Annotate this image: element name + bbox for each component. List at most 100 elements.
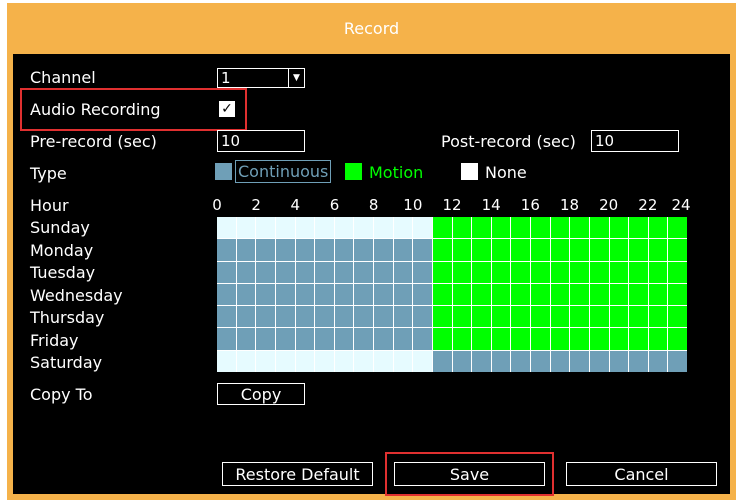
schedule-cell[interactable] <box>413 239 432 261</box>
schedule-cell[interactable] <box>609 283 629 306</box>
schedule-cell[interactable] <box>413 350 432 372</box>
schedule-cell[interactable] <box>511 306 530 328</box>
schedule-cell[interactable] <box>668 350 687 372</box>
schedule-cell[interactable] <box>472 261 491 283</box>
schedule-cell[interactable] <box>354 217 373 239</box>
schedule-cell[interactable] <box>413 261 432 283</box>
schedule-cell[interactable] <box>334 217 354 239</box>
schedule-cell[interactable] <box>354 328 373 350</box>
schedule-cell[interactable] <box>432 239 452 261</box>
schedule-cell[interactable] <box>315 239 334 261</box>
continuous-swatch[interactable] <box>215 163 232 180</box>
schedule-cell[interactable] <box>236 306 256 328</box>
motion-legend-label[interactable]: Motion <box>369 163 423 182</box>
schedule-cell[interactable] <box>609 306 629 328</box>
schedule-cell[interactable] <box>472 350 491 372</box>
schedule-cell[interactable] <box>334 283 354 306</box>
schedule-cell[interactable] <box>236 283 256 306</box>
schedule-cell[interactable] <box>354 239 373 261</box>
schedule-cell[interactable] <box>648 217 668 239</box>
schedule-cell[interactable] <box>256 217 275 239</box>
schedule-cell[interactable] <box>374 239 393 261</box>
schedule-cell[interactable] <box>629 283 648 306</box>
restore-default-button[interactable]: Restore Default <box>222 462 373 486</box>
schedule-cell[interactable] <box>531 239 550 261</box>
schedule-cell[interactable] <box>393 239 413 261</box>
schedule-cell[interactable] <box>511 239 530 261</box>
schedule-cell[interactable] <box>217 328 236 350</box>
schedule-cell[interactable] <box>217 350 236 372</box>
schedule-cell[interactable] <box>432 306 452 328</box>
schedule-cell[interactable] <box>609 239 629 261</box>
schedule-cell[interactable] <box>452 306 472 328</box>
schedule-cell[interactable] <box>413 328 432 350</box>
schedule-cell[interactable] <box>531 306 550 328</box>
schedule-cell[interactable] <box>393 217 413 239</box>
schedule-grid[interactable] <box>217 217 687 372</box>
schedule-cell[interactable] <box>217 261 236 283</box>
schedule-cell[interactable] <box>236 350 256 372</box>
postrecord-input[interactable]: 10 <box>591 130 679 152</box>
schedule-cell[interactable] <box>334 261 354 283</box>
schedule-cell[interactable] <box>452 261 472 283</box>
schedule-cell[interactable] <box>491 239 511 261</box>
schedule-cell[interactable] <box>354 261 373 283</box>
schedule-cell[interactable] <box>609 217 629 239</box>
schedule-cell[interactable] <box>236 239 256 261</box>
schedule-cell[interactable] <box>629 239 648 261</box>
schedule-cell[interactable] <box>570 261 589 283</box>
schedule-cell[interactable] <box>531 261 550 283</box>
schedule-cell[interactable] <box>315 261 334 283</box>
schedule-cell[interactable] <box>393 306 413 328</box>
schedule-cell[interactable] <box>668 306 687 328</box>
schedule-cell[interactable] <box>589 217 609 239</box>
schedule-cell[interactable] <box>295 283 315 306</box>
schedule-cell[interactable] <box>668 217 687 239</box>
schedule-cell[interactable] <box>295 239 315 261</box>
schedule-cell[interactable] <box>295 261 315 283</box>
schedule-cell[interactable] <box>393 328 413 350</box>
schedule-cell[interactable] <box>295 328 315 350</box>
schedule-cell[interactable] <box>629 306 648 328</box>
schedule-cell[interactable] <box>511 261 530 283</box>
schedule-cell[interactable] <box>256 239 275 261</box>
schedule-cell[interactable] <box>217 217 236 239</box>
schedule-cell[interactable] <box>374 261 393 283</box>
schedule-cell[interactable] <box>648 350 668 372</box>
schedule-cell[interactable] <box>589 350 609 372</box>
schedule-cell[interactable] <box>570 217 589 239</box>
schedule-cell[interactable] <box>275 239 295 261</box>
schedule-cell[interactable] <box>629 350 648 372</box>
schedule-cell[interactable] <box>550 261 570 283</box>
schedule-cell[interactable] <box>609 328 629 350</box>
schedule-cell[interactable] <box>217 239 236 261</box>
schedule-cell[interactable] <box>334 350 354 372</box>
schedule-cell[interactable] <box>452 328 472 350</box>
schedule-cell[interactable] <box>609 350 629 372</box>
schedule-cell[interactable] <box>275 261 295 283</box>
schedule-cell[interactable] <box>589 283 609 306</box>
schedule-cell[interactable] <box>315 306 334 328</box>
continuous-legend-label[interactable]: Continuous <box>235 160 332 183</box>
schedule-cell[interactable] <box>570 350 589 372</box>
schedule-cell[interactable] <box>413 283 432 306</box>
prerecord-input[interactable]: 10 <box>217 130 305 152</box>
schedule-cell[interactable] <box>452 217 472 239</box>
schedule-cell[interactable] <box>374 306 393 328</box>
schedule-cell[interactable] <box>432 350 452 372</box>
schedule-cell[interactable] <box>256 350 275 372</box>
schedule-cell[interactable] <box>217 306 236 328</box>
schedule-cell[interactable] <box>295 306 315 328</box>
schedule-cell[interactable] <box>491 306 511 328</box>
schedule-cell[interactable] <box>648 306 668 328</box>
schedule-cell[interactable] <box>432 283 452 306</box>
schedule-cell[interactable] <box>236 217 256 239</box>
schedule-cell[interactable] <box>491 350 511 372</box>
schedule-cell[interactable] <box>550 283 570 306</box>
channel-select[interactable]: 1 ▼ <box>217 68 305 88</box>
schedule-cell[interactable] <box>334 239 354 261</box>
schedule-cell[interactable] <box>334 328 354 350</box>
schedule-cell[interactable] <box>334 306 354 328</box>
schedule-cell[interactable] <box>629 261 648 283</box>
schedule-cell[interactable] <box>315 217 334 239</box>
